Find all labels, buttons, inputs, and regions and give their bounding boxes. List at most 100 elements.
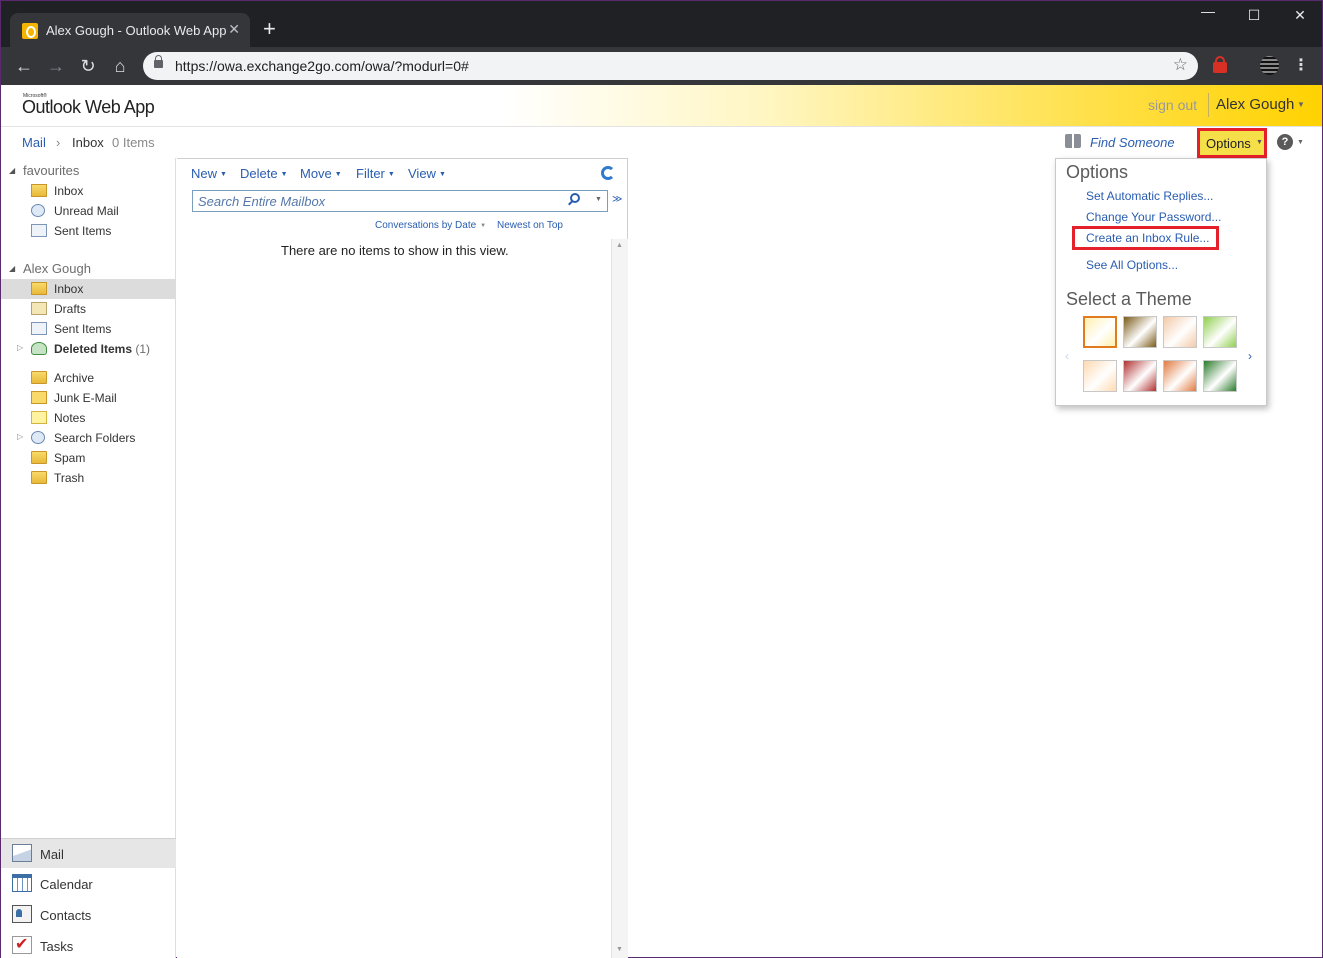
find-someone-link[interactable]: Find Someone [1090, 135, 1175, 150]
app-tasks-button[interactable]: Tasks [1, 931, 176, 958]
sign-out-link[interactable]: sign out [1148, 97, 1197, 113]
app-calendar-button[interactable]: Calendar [1, 869, 176, 899]
folder-label: Spam [54, 451, 86, 465]
app-label: Mail [40, 847, 64, 862]
list-scrollbar[interactable]: ▲ ▼ [611, 239, 628, 958]
app-mail-button[interactable]: Mail [1, 838, 176, 868]
drafts-folder-icon [31, 302, 47, 315]
chevron-down-icon: ▼ [480, 223, 487, 229]
theme-swatch[interactable] [1123, 316, 1157, 348]
address-bar[interactable]: https://owa.exchange2go.com/owa/?modurl=… [143, 52, 1198, 80]
new-button[interactable]: New ▼ [191, 166, 227, 181]
theme-swatch[interactable] [1083, 360, 1117, 392]
refresh-icon[interactable] [601, 166, 615, 180]
folder-label: Unread Mail [54, 204, 119, 218]
sort-by-dropdown[interactable]: Conversations by Date ▼ [375, 220, 486, 231]
folder-deleted-items[interactable]: ▷ Deleted Items (1) [1, 339, 176, 359]
folder-inbox[interactable]: Inbox [1, 279, 176, 299]
theme-swatch[interactable] [1203, 360, 1237, 392]
theme-swatch[interactable] [1163, 360, 1197, 392]
chevron-right-icon[interactable]: › [1248, 349, 1252, 363]
set-automatic-replies-link[interactable]: Set Automatic Replies... [1086, 189, 1213, 203]
app-label: Calendar [40, 877, 93, 892]
address-book-icon[interactable] [1065, 134, 1081, 148]
move-button[interactable]: Move ▼ [300, 166, 342, 181]
home-icon[interactable]: ⌂ [109, 55, 131, 77]
app-label: Contacts [40, 908, 92, 923]
search-icon[interactable] [570, 193, 580, 203]
chevron-down-icon: ▼ [220, 171, 227, 178]
theme-swatch[interactable] [1123, 360, 1157, 392]
collapse-triangle-icon[interactable]: ◢ [9, 264, 15, 273]
options-button[interactable]: Options ▼ [1197, 128, 1267, 158]
scroll-up-icon[interactable]: ▲ [616, 242, 623, 249]
new-tab-icon[interactable]: + [263, 18, 276, 40]
folder-label: Inbox [54, 184, 84, 198]
options-button-label: Options [1206, 136, 1251, 151]
folder-spam[interactable]: Spam [1, 448, 176, 468]
extension-lock-icon[interactable] [1213, 56, 1227, 73]
filter-button[interactable]: Filter ▼ [356, 166, 395, 181]
move-label: Move [300, 166, 332, 181]
folder-label: Sent Items [54, 322, 112, 336]
folder-archive[interactable]: Archive [1, 368, 176, 388]
app-contacts-button[interactable]: Contacts [1, 900, 176, 930]
extension-globe-icon[interactable] [1260, 56, 1279, 75]
theme-swatch[interactable] [1163, 316, 1197, 348]
mailbox-header[interactable]: Alex Gough [23, 261, 91, 276]
close-window-icon[interactable]: ✕ [1277, 7, 1323, 24]
options-menu: Options Set Automatic Replies... Change … [1055, 158, 1267, 406]
bookmark-star-icon[interactable]: ☆ [1173, 55, 1188, 75]
sort-by-label: Conversations by Date [375, 220, 477, 231]
chevron-left-icon[interactable]: ‹ [1065, 349, 1069, 363]
folder-search-folders[interactable]: ▷ Search Folders [1, 428, 176, 448]
favourites-header[interactable]: favourites [23, 163, 79, 178]
expand-search-icon[interactable]: ≫ [612, 194, 622, 205]
sort-order-toggle[interactable]: Newest on Top [497, 220, 563, 231]
help-icon[interactable]: ? [1277, 134, 1293, 150]
breadcrumb-mail[interactable]: Mail [22, 135, 46, 150]
scroll-down-icon[interactable]: ▼ [616, 946, 623, 953]
folder-trash[interactable]: Trash [1, 468, 176, 488]
back-icon[interactable]: ← [13, 55, 35, 77]
chevron-down-icon[interactable]: ▼ [1297, 100, 1305, 109]
expand-triangle-icon[interactable]: ▷ [17, 343, 23, 352]
app-label: Tasks [40, 939, 74, 954]
favourite-inbox[interactable]: Inbox [1, 181, 176, 201]
chevron-down-icon[interactable]: ▼ [595, 196, 602, 203]
user-name-menu[interactable]: Alex Gough [1216, 96, 1294, 113]
change-password-link[interactable]: Change Your Password... [1086, 210, 1221, 224]
create-inbox-rule-link[interactable]: Create an Inbox Rule... [1086, 231, 1209, 245]
folder-junk-email[interactable]: Junk E-Mail [1, 388, 176, 408]
header-divider [1208, 93, 1209, 117]
folder-notes[interactable]: Notes [1, 408, 176, 428]
see-all-options-link[interactable]: See All Options... [1086, 258, 1178, 272]
search-input[interactable]: Search Entire Mailbox ▼ [192, 190, 608, 212]
sent-folder-icon [31, 322, 47, 335]
message-list-pane: New ▼ Delete ▼ Move ▼ Filter ▼ View ▼ Search … [177, 158, 628, 958]
theme-swatch[interactable] [1203, 316, 1237, 348]
browser-tab[interactable]: Alex Gough - Outlook Web App ✕ [10, 13, 250, 47]
folder-label: Inbox [54, 282, 84, 296]
forward-icon[interactable]: → [45, 55, 67, 77]
inbox-folder-icon [31, 184, 47, 197]
contacts-icon [12, 905, 32, 923]
expand-triangle-icon[interactable]: ▷ [17, 432, 23, 441]
view-button[interactable]: View ▼ [408, 166, 446, 181]
minimize-icon[interactable]: — [1185, 3, 1231, 19]
tab-close-icon[interactable]: ✕ [228, 21, 240, 38]
theme-swatch[interactable] [1083, 316, 1117, 348]
folder-label: Sent Items [54, 224, 112, 238]
delete-button[interactable]: Delete ▼ [240, 166, 288, 181]
folder-drafts[interactable]: Drafts [1, 299, 176, 319]
folder-sent-items[interactable]: Sent Items [1, 319, 176, 339]
reload-icon[interactable]: ↻ [77, 55, 99, 77]
maximize-icon[interactable]: ☐ [1231, 7, 1277, 24]
collapse-triangle-icon[interactable]: ◢ [9, 166, 15, 175]
new-label: New [191, 166, 218, 181]
browser-menu-icon[interactable]: ⋮ [1293, 55, 1309, 75]
search-folder-icon [31, 204, 45, 217]
favourite-sent-items[interactable]: Sent Items [1, 221, 176, 241]
chevron-down-icon[interactable]: ▼ [1297, 139, 1304, 146]
favourite-unread-mail[interactable]: Unread Mail [1, 201, 176, 221]
